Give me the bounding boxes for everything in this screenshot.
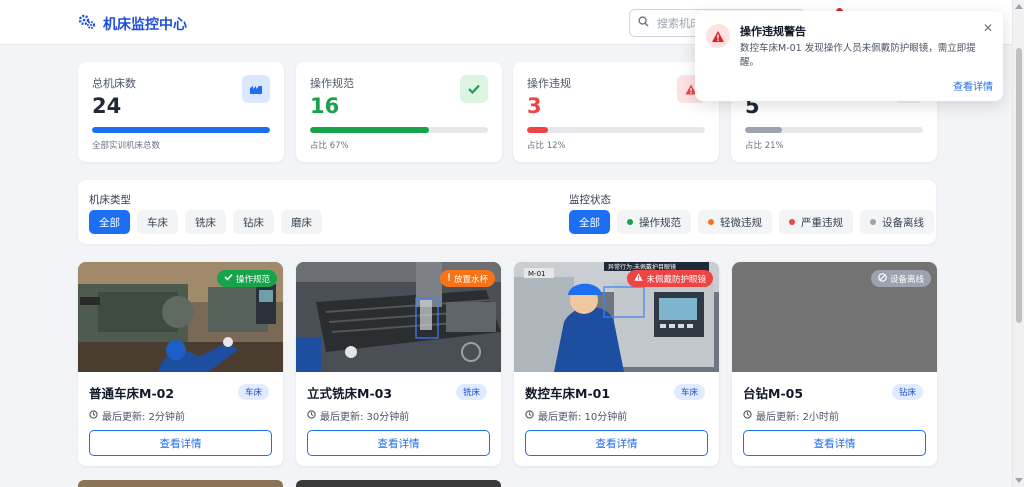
- machine-type-tag: 车床: [673, 384, 705, 400]
- stat-progress-bar: [92, 127, 270, 133]
- scrollbar[interactable]: [1012, 0, 1024, 487]
- status-dot-icon: [870, 219, 876, 225]
- toast-title: 操作违规警告: [740, 25, 806, 38]
- filter-panel: 机床类型 全部 车床 铣床 钻床 磨床 监控状态 全部 操作规范 轻微违规 严重违规 设备离线: [78, 180, 936, 244]
- filter-chip-type[interactable]: 磨床: [281, 210, 322, 234]
- filter-chip-status[interactable]: 设备离线: [860, 210, 934, 234]
- brand[interactable]: 机床监控中心: [78, 13, 187, 34]
- toast-message: 数控车床M-01 发现操作人员未佩戴防护眼镜，需立即提醒。: [740, 43, 976, 68]
- stat-card: 操作违规 3 占比 12%: [513, 62, 719, 162]
- status-badge-label: 未佩戴防护眼镜: [646, 274, 706, 285]
- status-dot-icon: [627, 219, 633, 225]
- status-badge-label: 设备离线: [889, 274, 924, 285]
- scroll-down-arrow[interactable]: [1015, 478, 1023, 483]
- machine-name: 数控车床M-01: [525, 386, 611, 401]
- status-dot-icon: [789, 219, 795, 225]
- status-dot-icon: [708, 219, 714, 225]
- stat-progress-bar: [745, 127, 923, 133]
- last-update-text: 最后更新: 10分钟前: [538, 412, 628, 423]
- view-details-button[interactable]: 查看详情: [743, 430, 926, 456]
- status-badge-label: 放置水杯: [453, 274, 488, 285]
- offline-icon: [878, 272, 887, 285]
- close-icon[interactable]: ✕: [983, 21, 993, 35]
- violation-toast: 操作违规警告 数控车床M-01 发现操作人员未佩戴防护眼镜，需立即提醒。 ✕ 查…: [695, 11, 1003, 101]
- status-badge: 放置水杯: [439, 270, 495, 287]
- stat-subtitle: 占比 67%: [310, 141, 349, 151]
- machine-card-partial[interactable]: [78, 480, 283, 487]
- machine-name: 普通车床M-02: [89, 386, 175, 401]
- stat-progress-bar: [527, 127, 705, 133]
- status-badge: 未佩戴防护眼镜: [627, 270, 713, 287]
- clock-icon: [743, 409, 752, 422]
- view-details-button[interactable]: 查看详情: [307, 430, 490, 456]
- last-update: 最后更新: 2分钟前: [89, 408, 185, 423]
- filter-chip-type[interactable]: 铣床: [185, 210, 226, 234]
- clock-icon: [307, 409, 316, 422]
- last-update-text: 最后更新: 2分钟前: [102, 412, 185, 423]
- machine-name: 台钻M-05: [743, 386, 804, 401]
- last-update-text: 最后更新: 2小时前: [756, 412, 839, 423]
- filter-chip-status[interactable]: 严重违规: [779, 210, 853, 234]
- machine-type-label: 机床类型: [89, 194, 131, 206]
- clock-icon: [89, 409, 98, 422]
- machine-card[interactable]: 异常行为:未佩戴护目眼镜 M-01 未佩戴防护眼镜 数控车床M-01 车床 最后更新: 1…: [514, 262, 719, 466]
- stat-subtitle: 占比 12%: [527, 141, 566, 151]
- filter-chip-label: 轻微违规: [720, 216, 762, 229]
- app-title: 机床监控中心: [103, 16, 187, 33]
- check-icon: [460, 75, 488, 103]
- last-update: 最后更新: 2小时前: [743, 408, 839, 423]
- stat-card: 总机床数 24 全部实训机床总数: [78, 62, 284, 162]
- filter-chip-label: 设备离线: [882, 216, 924, 229]
- stat-subtitle: 全部实训机床总数: [92, 141, 161, 151]
- filter-chip-type[interactable]: 车床: [137, 210, 178, 234]
- monitor-status-filters: 全部 操作规范 轻微违规 严重违规 设备离线: [569, 210, 934, 234]
- filter-chip-status[interactable]: 轻微违规: [698, 210, 772, 234]
- filter-chip-status[interactable]: 操作规范: [617, 210, 691, 234]
- alert-icon: [447, 273, 451, 284]
- check-icon: [224, 273, 233, 284]
- scroll-up-arrow[interactable]: [1015, 4, 1023, 9]
- search-icon: [638, 16, 649, 30]
- machine-type-tag: 钻床: [891, 384, 923, 400]
- filter-chip-label: 全部: [579, 216, 600, 229]
- machine-card[interactable]: 设备离线台钻M-05 钻床最后更新: 2小时前查看详情: [732, 262, 937, 466]
- status-badge-label: 操作规范: [235, 274, 270, 285]
- chart-icon: [242, 75, 270, 103]
- stat-progress-fill: [310, 127, 430, 133]
- machine-name: 立式铣床M-03: [307, 386, 393, 401]
- filter-chip-type[interactable]: 全部: [89, 210, 130, 234]
- machine-card-partial[interactable]: [296, 480, 501, 487]
- stat-progress-fill: [745, 127, 783, 133]
- machine-card[interactable]: 操作规范普通车床M-02 车床最后更新: 2分钟前查看详情: [78, 262, 283, 466]
- stat-progress-fill: [527, 127, 549, 133]
- status-badge: 设备离线: [870, 270, 931, 287]
- last-update-text: 最后更新: 30分钟前: [320, 412, 410, 423]
- filter-chip-label: 严重违规: [801, 216, 843, 229]
- warning-icon: [634, 273, 644, 284]
- last-update: 最后更新: 10分钟前: [525, 408, 627, 423]
- stat-subtitle: 占比 21%: [745, 141, 784, 151]
- view-details-button[interactable]: 查看详情: [89, 430, 272, 456]
- stat-card: 操作规范 16 占比 67%: [296, 62, 502, 162]
- stat-progress-fill: [92, 127, 270, 133]
- last-update: 最后更新: 30分钟前: [307, 408, 409, 423]
- toast-view-details-link[interactable]: 查看详情: [953, 78, 993, 93]
- stat-progress-bar: [310, 127, 488, 133]
- filter-chip-label: 操作规范: [639, 216, 681, 229]
- clock-icon: [525, 409, 534, 422]
- view-details-button[interactable]: 查看详情: [525, 430, 708, 456]
- scroll-thumb[interactable]: [1016, 48, 1022, 323]
- monitor-status-label: 监控状态: [569, 194, 611, 206]
- svg-text:M-01: M-01: [528, 270, 545, 278]
- machine-type-filters: 全部 车床 铣床 钻床 磨床: [89, 210, 322, 234]
- machine-card[interactable]: 放置水杯立式铣床M-03 铣床最后更新: 30分钟前查看详情: [296, 262, 501, 466]
- warning-icon: [706, 24, 730, 48]
- machine-type-tag: 车床: [237, 384, 269, 400]
- filter-chip-type[interactable]: 钻床: [233, 210, 274, 234]
- machine-type-tag: 铣床: [455, 384, 487, 400]
- gears-icon: [78, 13, 96, 34]
- status-badge: 操作规范: [216, 270, 277, 287]
- filter-chip-status[interactable]: 全部: [569, 210, 610, 234]
